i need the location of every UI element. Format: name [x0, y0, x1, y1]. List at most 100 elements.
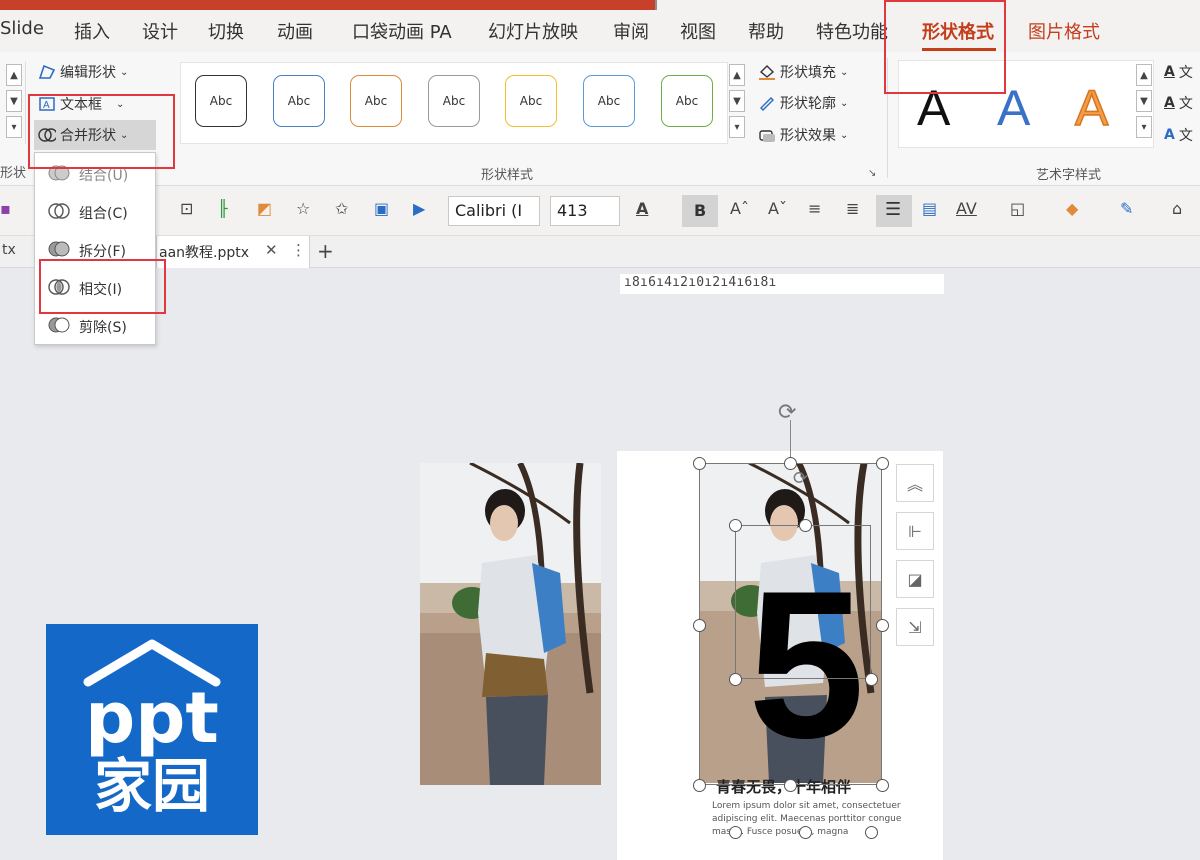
shape-style-swatch[interactable]: Abc — [428, 75, 480, 127]
media-frame-icon[interactable]: ▶ — [413, 199, 425, 218]
resize-handle[interactable] — [729, 826, 742, 839]
resize-handle[interactable] — [784, 779, 797, 792]
increase-font-icon[interactable]: Aˆ — [730, 199, 749, 218]
text-outline-icon: A — [1164, 95, 1175, 111]
tab-special-features[interactable]: 特色功能 — [816, 18, 888, 44]
new-tab-button[interactable]: + — [317, 239, 334, 263]
merge-menu-item-subtract[interactable]: 剪除(S) — [47, 315, 127, 339]
distribute-icon[interactable]: ▤ — [922, 199, 937, 218]
selection-frame-inner — [735, 525, 871, 679]
tab-picture-format[interactable]: 图片格式 — [1028, 18, 1100, 44]
crop-resize-icon[interactable]: ⇲ — [896, 608, 934, 646]
bold-label: B — [694, 201, 707, 220]
gallery-more-icon[interactable]: ▾ — [729, 116, 745, 138]
resize-handle[interactable] — [876, 457, 889, 470]
wordart-scroll-up-icon[interactable]: ▲ — [1136, 64, 1152, 86]
tab-review[interactable]: 审阅 — [613, 18, 649, 44]
bold-button[interactable]: B — [682, 195, 718, 227]
star-outline-icon[interactable]: ✩ — [335, 199, 348, 218]
wordart-orange[interactable]: A — [1074, 79, 1109, 137]
resize-handle[interactable] — [876, 619, 889, 632]
shape-effects-button[interactable]: 形状效果 ⌄ — [758, 125, 848, 145]
wordart-more-icon[interactable]: ▾ — [1136, 116, 1152, 138]
gallery-scroll-down-icon[interactable]: ▼ — [729, 90, 745, 112]
gallery-expand-icon[interactable]: ▾ — [6, 116, 22, 138]
save-icon[interactable]: ▪ — [0, 199, 11, 218]
more-icon[interactable]: ⌂ — [1172, 199, 1182, 218]
resize-handle[interactable] — [784, 457, 797, 470]
resize-handle[interactable] — [693, 619, 706, 632]
doc-tab-active[interactable]: aan教程.pptx ✕ ⋮ — [156, 236, 310, 268]
fill-color-icon[interactable]: ◆ — [1066, 199, 1078, 218]
resize-handle[interactable] — [729, 519, 742, 532]
outline-color-icon[interactable]: ✎ — [1120, 199, 1133, 218]
doc-tab-previous[interactable]: tx — [2, 242, 16, 258]
resize-handle[interactable] — [729, 673, 742, 686]
layer-order-icon[interactable]: ◪ — [896, 560, 934, 598]
align-left-button[interactable]: ☰ — [876, 195, 912, 227]
star-icon[interactable]: ☆ — [296, 199, 310, 218]
tab-slide[interactable]: Slide — [0, 18, 44, 39]
tab-pocket-animation[interactable]: 口袋动画 PA — [352, 18, 452, 44]
shape-style-swatch[interactable]: Abc — [661, 75, 713, 127]
logo-ppt-text: ppt — [85, 677, 219, 759]
char-spacing-icon[interactable]: AV — [956, 199, 977, 218]
dialog-launcher-icon[interactable]: ↘ — [868, 168, 876, 179]
tab-animations[interactable]: 动画 — [277, 18, 313, 44]
decrease-font-icon[interactable]: Aˇ — [768, 199, 787, 218]
shape-gallery-scroll[interactable]: ▲ ▼ ▾ — [0, 62, 26, 144]
tab-view[interactable]: 视图 — [680, 18, 716, 44]
tab-help[interactable]: 帮助 — [748, 18, 784, 44]
scroll-up-icon[interactable]: ▲ — [6, 64, 22, 86]
arrange-icon[interactable]: ◱ — [1010, 199, 1025, 218]
tab-slideshow[interactable]: 幻灯片放映 — [488, 18, 578, 44]
text-outline-button[interactable]: A 文 — [1164, 93, 1193, 113]
doc-tab-title: aan教程.pptx — [159, 245, 250, 261]
shape-style-swatch[interactable]: Abc — [583, 75, 635, 127]
tab-transitions[interactable]: 切换 — [208, 18, 244, 44]
resize-handle[interactable] — [876, 779, 889, 792]
rotate-handle-icon[interactable]: ⟳ — [778, 400, 796, 425]
photo-original[interactable] — [420, 463, 601, 785]
align-icon[interactable]: ╟ — [218, 199, 228, 218]
shape-fill-button[interactable]: 形状填充 ⌄ — [758, 62, 848, 82]
rotate-handle-icon[interactable]: ⟳ — [793, 468, 808, 489]
resize-handle[interactable] — [799, 519, 812, 532]
collapse-up-icon[interactable]: ︽ — [896, 464, 934, 502]
align-center-icon[interactable]: ≡ — [808, 199, 821, 218]
merge-menu-item-combine[interactable]: 组合(C) — [47, 201, 128, 225]
resize-handle[interactable] — [799, 826, 812, 839]
close-icon[interactable]: ✕ — [265, 241, 278, 259]
resize-handle[interactable] — [865, 673, 878, 686]
justify-icon[interactable]: ≣ — [846, 199, 859, 218]
screenshot-icon[interactable]: ◩ — [257, 199, 272, 218]
highlight-merge-shapes — [28, 94, 175, 169]
tab-design[interactable]: 设计 — [142, 18, 178, 44]
wordart-scroll-down-icon[interactable]: ▼ — [1136, 90, 1152, 112]
shape-style-swatch[interactable]: Abc — [273, 75, 325, 127]
resize-handle[interactable] — [865, 826, 878, 839]
text-effects-button[interactable]: A 文 — [1164, 125, 1193, 145]
tab-insert[interactable]: 插入 — [74, 18, 110, 44]
highlight-intersect — [39, 259, 166, 314]
text-frame-icon[interactable]: ▣ — [374, 199, 389, 218]
horizontal-ruler[interactable]: ı8ı6ı4ı2ı0ı2ı4ı6ı8ı — [620, 274, 944, 294]
shape-outline-button[interactable]: 形状轮廓 ⌄ — [758, 93, 848, 113]
resize-handle[interactable] — [693, 779, 706, 792]
edit-shape-button[interactable]: 编辑形状 ⌄ — [38, 62, 128, 82]
more-options-icon[interactable]: ⋮ — [291, 241, 306, 259]
resize-handle[interactable] — [693, 457, 706, 470]
shape-style-swatch[interactable]: Abc — [350, 75, 402, 127]
text-fill-button[interactable]: A 文 — [1164, 62, 1193, 82]
font-size-select[interactable]: 413 — [550, 196, 620, 226]
presenter-icon[interactable]: ⊡ — [180, 199, 193, 218]
shape-outline-label: 形状轮廓 — [780, 96, 836, 112]
scroll-down-icon[interactable]: ▼ — [6, 90, 22, 112]
shape-style-swatch[interactable]: Abc — [195, 75, 247, 127]
font-color-icon[interactable]: A — [636, 199, 648, 218]
gallery-scroll-up-icon[interactable]: ▲ — [729, 64, 745, 86]
font-name-select[interactable]: Calibri (I — [448, 196, 540, 226]
shape-style-swatch[interactable]: Abc — [505, 75, 557, 127]
align-objects-icon[interactable]: ⊩ — [896, 512, 934, 550]
font-name-value: Calibri (I — [455, 201, 523, 220]
